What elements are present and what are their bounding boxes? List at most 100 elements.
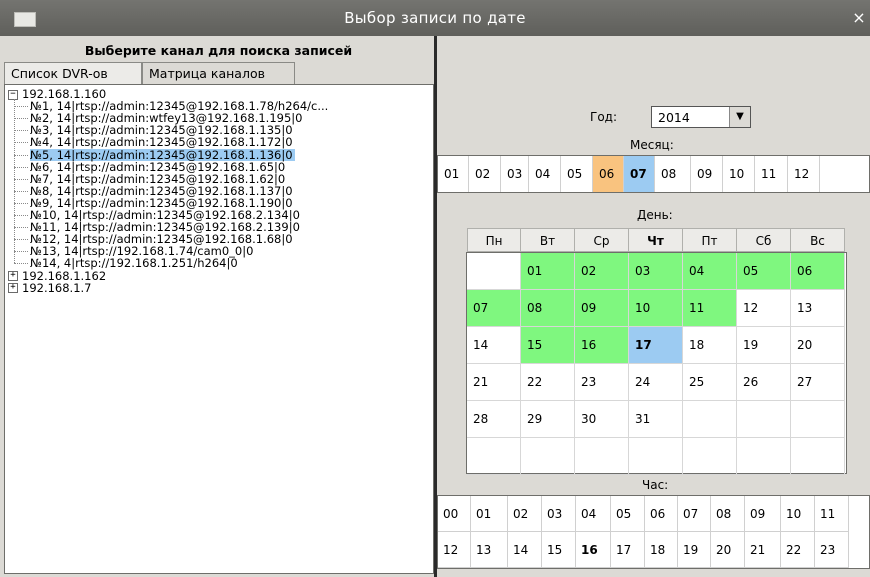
collapse-icon[interactable]: −: [8, 89, 18, 100]
day-cell[interactable]: 12: [737, 290, 791, 327]
month-cell[interactable]: 09: [691, 156, 723, 192]
day-cell[interactable]: 13: [791, 290, 845, 327]
tree-channel-item[interactable]: №7, 14|rtsp://admin:12345@192.168.1.62|0: [30, 173, 287, 185]
day-cell[interactable]: 20: [791, 327, 845, 364]
tree-connector: [14, 154, 28, 156]
hour-cell[interactable]: 04: [576, 496, 611, 532]
day-cell[interactable]: [521, 438, 575, 475]
day-cell[interactable]: 07: [467, 290, 521, 327]
day-cell[interactable]: 06: [791, 253, 845, 290]
hour-cell[interactable]: 18: [645, 532, 678, 568]
hour-cell[interactable]: 02: [508, 496, 542, 532]
day-cell[interactable]: 08: [521, 290, 575, 327]
day-cell[interactable]: 14: [467, 327, 521, 364]
hour-cell[interactable]: 11: [815, 496, 849, 532]
month-cell[interactable]: 06: [593, 156, 624, 192]
month-cell[interactable]: 05: [561, 156, 593, 192]
day-cell[interactable]: [683, 438, 737, 475]
dvr-tree[interactable]: −192.168.1.160 №1, 14|rtsp://admin:12345@…: [4, 84, 434, 574]
month-cell[interactable]: 12: [788, 156, 820, 192]
hour-cell[interactable]: 20: [711, 532, 745, 568]
day-cell[interactable]: 25: [683, 364, 737, 401]
month-cell[interactable]: 07: [624, 156, 655, 192]
day-cell[interactable]: 21: [467, 364, 521, 401]
tree-channel-item[interactable]: №4, 14|rtsp://admin:12345@192.168.1.172|…: [30, 136, 295, 148]
day-cell[interactable]: [467, 438, 521, 475]
hour-cell[interactable]: 22: [781, 532, 815, 568]
hour-cell[interactable]: 10: [781, 496, 815, 532]
day-cell[interactable]: 23: [575, 364, 629, 401]
day-cell[interactable]: [737, 401, 791, 438]
tree-channel-item[interactable]: №14, 4|rtsp://192.168.1.251/h264|0: [30, 257, 240, 269]
hour-cell[interactable]: 23: [815, 532, 849, 568]
hour-cell[interactable]: 14: [508, 532, 542, 568]
day-cell[interactable]: 03: [629, 253, 683, 290]
month-cell[interactable]: 08: [655, 156, 691, 192]
hour-cell[interactable]: 00: [438, 496, 471, 532]
day-cell[interactable]: 16: [575, 327, 629, 364]
tree-channel-item[interactable]: №6, 14|rtsp://admin:12345@192.168.1.65|0: [30, 161, 287, 173]
month-cell[interactable]: 02: [469, 156, 501, 192]
day-cell[interactable]: [791, 438, 845, 475]
day-cell[interactable]: 15: [521, 327, 575, 364]
hour-cell[interactable]: 17: [611, 532, 645, 568]
day-cell[interactable]: 30: [575, 401, 629, 438]
hour-cell[interactable]: 01: [471, 496, 508, 532]
expand-icon[interactable]: +: [8, 271, 18, 281]
year-label: Год:: [590, 110, 617, 124]
day-cell[interactable]: 01: [521, 253, 575, 290]
chevron-down-icon[interactable]: ▼: [729, 107, 750, 127]
hour-cell[interactable]: 03: [542, 496, 576, 532]
day-cell[interactable]: 17: [629, 327, 683, 364]
day-cell[interactable]: 04: [683, 253, 737, 290]
day-cell[interactable]: [791, 401, 845, 438]
month-cell[interactable]: 01: [438, 156, 469, 192]
hour-cell[interactable]: 08: [711, 496, 745, 532]
month-cell[interactable]: 10: [723, 156, 755, 192]
day-cell[interactable]: 31: [629, 401, 683, 438]
day-cell[interactable]: 26: [737, 364, 791, 401]
day-cell[interactable]: 10: [629, 290, 683, 327]
day-cell[interactable]: [575, 438, 629, 475]
tree-connector: [14, 178, 28, 180]
tree-node-label[interactable]: 192.168.1.162: [22, 270, 106, 282]
weekday-label: Чт: [628, 228, 683, 252]
day-cell[interactable]: 05: [737, 253, 791, 290]
year-select[interactable]: 2014 ▼: [651, 106, 751, 128]
hour-cell[interactable]: 13: [471, 532, 508, 568]
tab-dvr-list[interactable]: Список DVR-ов: [4, 62, 142, 84]
hour-cell[interactable]: 07: [678, 496, 711, 532]
expand-icon[interactable]: +: [8, 283, 18, 294]
hour-cell[interactable]: 12: [438, 532, 471, 568]
hour-cell[interactable]: 09: [745, 496, 781, 532]
day-cell[interactable]: 22: [521, 364, 575, 401]
close-button[interactable]: ×: [852, 8, 866, 27]
day-cell[interactable]: [683, 401, 737, 438]
day-cell[interactable]: 02: [575, 253, 629, 290]
hour-cell[interactable]: 16: [576, 532, 611, 568]
hour-cell[interactable]: 19: [678, 532, 711, 568]
day-cell[interactable]: 18: [683, 327, 737, 364]
day-cell[interactable]: 28: [467, 401, 521, 438]
month-cell[interactable]: 04: [529, 156, 561, 192]
hour-cell[interactable]: 05: [611, 496, 645, 532]
tree-node-label[interactable]: 192.168.1.7: [22, 282, 92, 294]
month-cell[interactable]: 11: [755, 156, 788, 192]
tab-channel-matrix[interactable]: Матрица каналов: [142, 62, 295, 84]
tree-connector: [14, 190, 28, 192]
day-cell[interactable]: 09: [575, 290, 629, 327]
day-cell[interactable]: 27: [791, 364, 845, 401]
tree-channel-item[interactable]: №5, 14|rtsp://admin:12345@192.168.1.136|…: [30, 148, 295, 161]
hour-cell[interactable]: 06: [645, 496, 678, 532]
day-cell[interactable]: [629, 438, 683, 475]
day-cell[interactable]: [467, 253, 521, 290]
day-cell[interactable]: 24: [629, 364, 683, 401]
day-cell[interactable]: [737, 438, 791, 475]
day-cell[interactable]: 11: [683, 290, 737, 327]
hour-cell[interactable]: 15: [542, 532, 576, 568]
day-cell[interactable]: 19: [737, 327, 791, 364]
tree-channel-item[interactable]: №8, 14|rtsp://admin:12345@192.168.1.137|…: [30, 185, 295, 197]
month-cell[interactable]: 03: [501, 156, 529, 192]
hour-cell[interactable]: 21: [745, 532, 781, 568]
day-cell[interactable]: 29: [521, 401, 575, 438]
